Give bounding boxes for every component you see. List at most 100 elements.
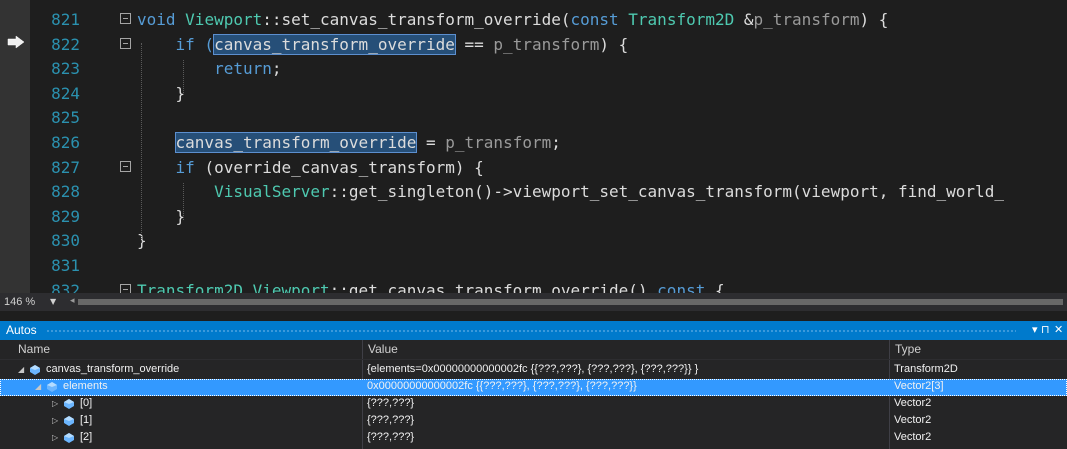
autos-row[interactable]: ◢ canvas_transform_override {elements=0x00… bbox=[0, 362, 1067, 379]
code-token: if bbox=[137, 157, 205, 177]
zoom-level[interactable]: 146 % bbox=[4, 296, 35, 308]
code-token: ; bbox=[551, 133, 561, 152]
collapse-icon[interactable] bbox=[120, 160, 131, 172]
pin-button[interactable]: ▾ ⊓ bbox=[1032, 323, 1050, 336]
variable-type: Vector2[3] bbox=[894, 380, 944, 392]
code-text: canvas_transform_override = p_transform; bbox=[137, 130, 561, 155]
variable-value[interactable]: {???,???} bbox=[367, 397, 414, 409]
code-line[interactable]: 826 canvas_transform_override = p_transf… bbox=[0, 130, 1067, 155]
code-text: VisualServer::get_singleton()->viewport_… bbox=[137, 179, 1004, 204]
code-line[interactable]: 827 if (override_canvas_transform) { bbox=[0, 155, 1067, 180]
code-token: } bbox=[137, 83, 186, 103]
autos-row[interactable]: ◢ elements 0x00000000000002fc {{???,???}, … bbox=[0, 379, 1067, 396]
code-token: if ( bbox=[137, 34, 215, 54]
code-line[interactable]: 829 } bbox=[0, 204, 1067, 229]
indent-guide bbox=[183, 60, 184, 95]
code-token: Viewport bbox=[252, 280, 330, 293]
code-token: Transform2D bbox=[628, 10, 744, 29]
horizontal-scrollbar[interactable] bbox=[78, 299, 1063, 305]
variable-value[interactable]: {???,???} bbox=[367, 431, 414, 443]
code-text: Transform2D Viewport::get_canvas_transfo… bbox=[137, 278, 725, 293]
close-button[interactable]: ✕ bbox=[1054, 323, 1063, 336]
zoom-dropdown-icon[interactable]: ▼ bbox=[50, 297, 56, 306]
autos-title: Autos bbox=[6, 323, 37, 337]
code-token: const bbox=[657, 280, 715, 293]
code-line[interactable]: 823 return; bbox=[0, 56, 1067, 81]
code-token: p_transform bbox=[753, 10, 860, 29]
collapse-icon[interactable] bbox=[120, 37, 131, 49]
code-token: p_transform bbox=[493, 34, 600, 54]
field-icon bbox=[47, 382, 57, 392]
line-number: 825 bbox=[51, 108, 80, 128]
line-number: 832 bbox=[51, 280, 80, 293]
autos-row[interactable]: ▷ [1] {???,???} Vector2 bbox=[0, 413, 1067, 430]
code-token: ::set_canvas_transform_override( bbox=[262, 10, 571, 29]
line-number: 829 bbox=[51, 206, 80, 226]
scroll-left-icon[interactable]: ◂ bbox=[70, 296, 75, 306]
code-line[interactable]: 832 Transform2D Viewport::get_canvas_tran… bbox=[0, 278, 1067, 293]
expand-arrow-icon[interactable]: ▷ bbox=[52, 399, 58, 408]
code-text: if (canvas_transform_override == p_trans… bbox=[137, 32, 628, 57]
column-header-name[interactable]: Name bbox=[18, 342, 50, 356]
code-token: Viewport bbox=[185, 10, 263, 29]
code-token: ) { bbox=[859, 10, 889, 29]
highlighted-symbol: canvas_transform_override bbox=[213, 33, 456, 55]
code-editor[interactable]: 821 void Viewport::set_canvas_transform_o… bbox=[0, 0, 1067, 293]
column-header-value[interactable]: Value bbox=[368, 342, 398, 356]
code-token: const bbox=[570, 10, 629, 29]
expand-arrow-icon[interactable]: ▷ bbox=[52, 416, 58, 425]
variable-name: elements bbox=[63, 380, 108, 392]
variable-name: canvas_transform_override bbox=[46, 363, 180, 375]
collapse-arrow-icon[interactable]: ◢ bbox=[35, 382, 41, 391]
code-token: (override_canvas_transform) { bbox=[204, 157, 484, 177]
code-line[interactable]: 831 bbox=[0, 253, 1067, 278]
variable-type: Transform2D bbox=[894, 363, 958, 375]
code-token: return bbox=[137, 59, 272, 79]
field-icon bbox=[64, 433, 74, 443]
line-number: 827 bbox=[51, 157, 80, 177]
code-token: ) { bbox=[599, 34, 629, 54]
code-text: } bbox=[137, 204, 186, 229]
line-number: 823 bbox=[51, 59, 80, 79]
code-token: = bbox=[416, 133, 446, 152]
line-number: 821 bbox=[51, 10, 80, 29]
code-token: & bbox=[743, 10, 754, 29]
code-token: ; bbox=[271, 59, 282, 79]
line-number: 826 bbox=[51, 133, 80, 152]
variable-value[interactable]: {???,???} bbox=[367, 414, 414, 426]
collapse-arrow-icon[interactable]: ◢ bbox=[18, 365, 24, 374]
line-number: 824 bbox=[51, 83, 80, 103]
code-line[interactable]: 821 void Viewport::set_canvas_transform_o… bbox=[0, 7, 1067, 32]
variable-name: [2] bbox=[80, 431, 93, 443]
line-number: 831 bbox=[51, 256, 80, 275]
autos-title-bar[interactable]: Autos ▾ ⊓ ✕ bbox=[0, 321, 1067, 340]
collapse-icon[interactable] bbox=[120, 13, 131, 24]
variable-type: Vector2 bbox=[894, 431, 932, 443]
autos-row[interactable]: ▷ [2] {???,???} Vector2 bbox=[0, 430, 1067, 447]
code-line[interactable]: 824 } bbox=[0, 81, 1067, 106]
variable-type: Vector2 bbox=[894, 414, 932, 426]
field-icon bbox=[30, 365, 40, 375]
code-token: p_transform bbox=[445, 133, 552, 152]
code-text: return; bbox=[137, 56, 282, 81]
highlighted-symbol: canvas_transform_override bbox=[174, 132, 418, 153]
variable-value[interactable]: {elements=0x00000000000002fc {{???,???},… bbox=[367, 363, 698, 375]
expand-arrow-icon[interactable]: ▷ bbox=[52, 433, 58, 442]
code-line[interactable]: 830} bbox=[0, 228, 1067, 253]
code-line[interactable]: 825 bbox=[0, 105, 1067, 130]
code-token: VisualServer bbox=[214, 182, 330, 202]
autos-row[interactable]: ▷ [0] {???,???} Vector2 bbox=[0, 396, 1067, 413]
code-token: void bbox=[137, 10, 186, 29]
variable-value[interactable]: 0x00000000000002fc {{???,???}, {???,???}… bbox=[367, 380, 637, 392]
variable-name: [1] bbox=[80, 414, 93, 426]
code-token: == bbox=[454, 34, 494, 54]
code-text: if (override_canvas_transform) { bbox=[137, 155, 484, 180]
collapse-icon[interactable] bbox=[120, 283, 131, 293]
code-line[interactable]: 822 if (canvas_transform_override == p_t… bbox=[0, 32, 1067, 57]
title-grip bbox=[46, 329, 1016, 333]
code-line[interactable]: 828 VisualServer::get_singleton()->viewp… bbox=[0, 179, 1067, 204]
variable-name: [0] bbox=[80, 397, 93, 409]
column-header-type[interactable]: Type bbox=[895, 342, 921, 356]
code-token: ::get_singleton()->viewport_set_canvas_t… bbox=[329, 182, 1004, 202]
